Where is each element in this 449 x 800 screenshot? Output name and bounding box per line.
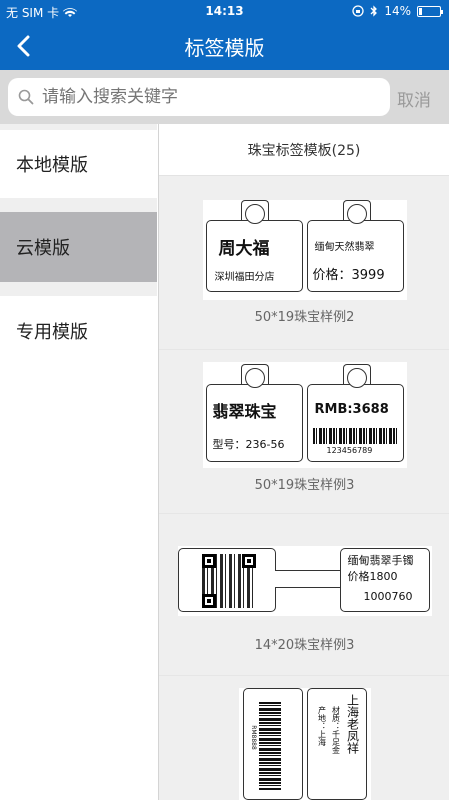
sidebar-item-label: 本地模版 (16, 155, 88, 176)
label-text: 产地：上海 (317, 706, 327, 746)
search-bar: 取消 (0, 70, 449, 124)
template-thumbnail: 周大福 深圳福田分店 缅甸天然翡翠 价格：3999 (202, 200, 407, 300)
label-hole (244, 368, 265, 388)
template-list-header: 珠宝标签模板(25) (159, 124, 449, 176)
sidebar-item-label: 专用模版 (16, 322, 88, 343)
label-text: 缅甸翡翠手镯 (347, 554, 414, 567)
status-right: 14% (352, 4, 443, 18)
label-text: 周大福 (218, 239, 270, 259)
barcode-image (312, 428, 397, 444)
template-card[interactable]: 翡翠珠宝 型号：236-56 RMB:3688 123456789 50*19珠… (159, 350, 449, 514)
sidebar-divider (0, 282, 157, 296)
label-text: 型号：236-56 (212, 438, 285, 451)
label-text: 1000760 (363, 590, 413, 603)
template-thumbnail: RM8888 上海老凤祥 材质：千足金 产地：上海 (238, 688, 371, 800)
page-title: 标签模版 (184, 36, 265, 60)
label-hole (244, 204, 265, 224)
template-name: 50*19珠宝样例3 (254, 478, 355, 493)
label-text: 翡翠珠宝 (212, 402, 277, 421)
template-thumbnail: 缅甸翡翠手镯 价格1800 1000760 (177, 546, 432, 616)
qr-finder (201, 594, 216, 608)
cancel-button[interactable]: 取消 (397, 86, 431, 111)
label-text: 缅甸天然翡翠 (314, 242, 375, 253)
label-text: 深圳福田分店 (214, 272, 275, 283)
template-category-sidebar: 本地模版 云模版 专用模版 (0, 124, 157, 800)
sidebar-item-cloud[interactable]: 云模版 (0, 212, 157, 282)
battery-percent: 14% (384, 4, 411, 18)
bluetooth-icon (370, 5, 378, 17)
qr-finder (201, 554, 216, 568)
search-box[interactable] (8, 78, 390, 116)
qr-finder (241, 554, 256, 568)
template-card[interactable]: 周大福 深圳福田分店 缅甸天然翡翠 价格：3999 50*19珠宝样例2 (159, 176, 449, 350)
battery-icon (417, 5, 443, 17)
label-hole (346, 368, 367, 388)
template-card[interactable]: RM8888 上海老凤祥 材质：千足金 产地：上海 (159, 676, 449, 800)
label-hole (346, 204, 367, 224)
sidebar-item-label: 云模版 (16, 238, 70, 259)
label-text: 上海老凤祥 (345, 694, 360, 754)
barcode-image (258, 702, 281, 790)
template-thumbnail: 翡翠珠宝 型号：236-56 RMB:3688 123456789 (202, 362, 407, 468)
template-name: 50*19珠宝样例2 (254, 310, 355, 325)
barcode-number: 123456789 (326, 446, 373, 455)
template-name: 14*20珠宝样例3 (254, 638, 355, 653)
search-icon (18, 89, 34, 105)
label-text: RMB:3688 (314, 402, 389, 417)
app-header: 无 SIM 卡 14:13 14% 标签模版 (0, 0, 449, 70)
label-text: 材质：千足金 (331, 706, 341, 754)
status-bar: 无 SIM 卡 14:13 14% (0, 0, 449, 22)
sidebar-item-special[interactable]: 专用模版 (0, 296, 157, 366)
battery-level (419, 7, 422, 15)
search-input[interactable] (42, 87, 362, 107)
template-list: 珠宝标签模板(25) 周大福 深圳福田分店 缅甸天然翡翠 价格：3999 50*… (158, 124, 449, 800)
barcode-number: RM8888 (249, 725, 257, 750)
navigation-bar: 标签模版 (0, 22, 449, 70)
label-connector (274, 570, 341, 588)
label-text: 价格1800 (347, 570, 398, 583)
template-card[interactable]: 缅甸翡翠手镯 价格1800 1000760 14*20珠宝样例3 (159, 514, 449, 676)
sidebar-divider (0, 198, 157, 212)
label-text: 价格：3999 (312, 268, 385, 283)
orientation-lock-icon (352, 5, 364, 17)
sidebar-item-local[interactable]: 本地模版 (0, 130, 157, 198)
